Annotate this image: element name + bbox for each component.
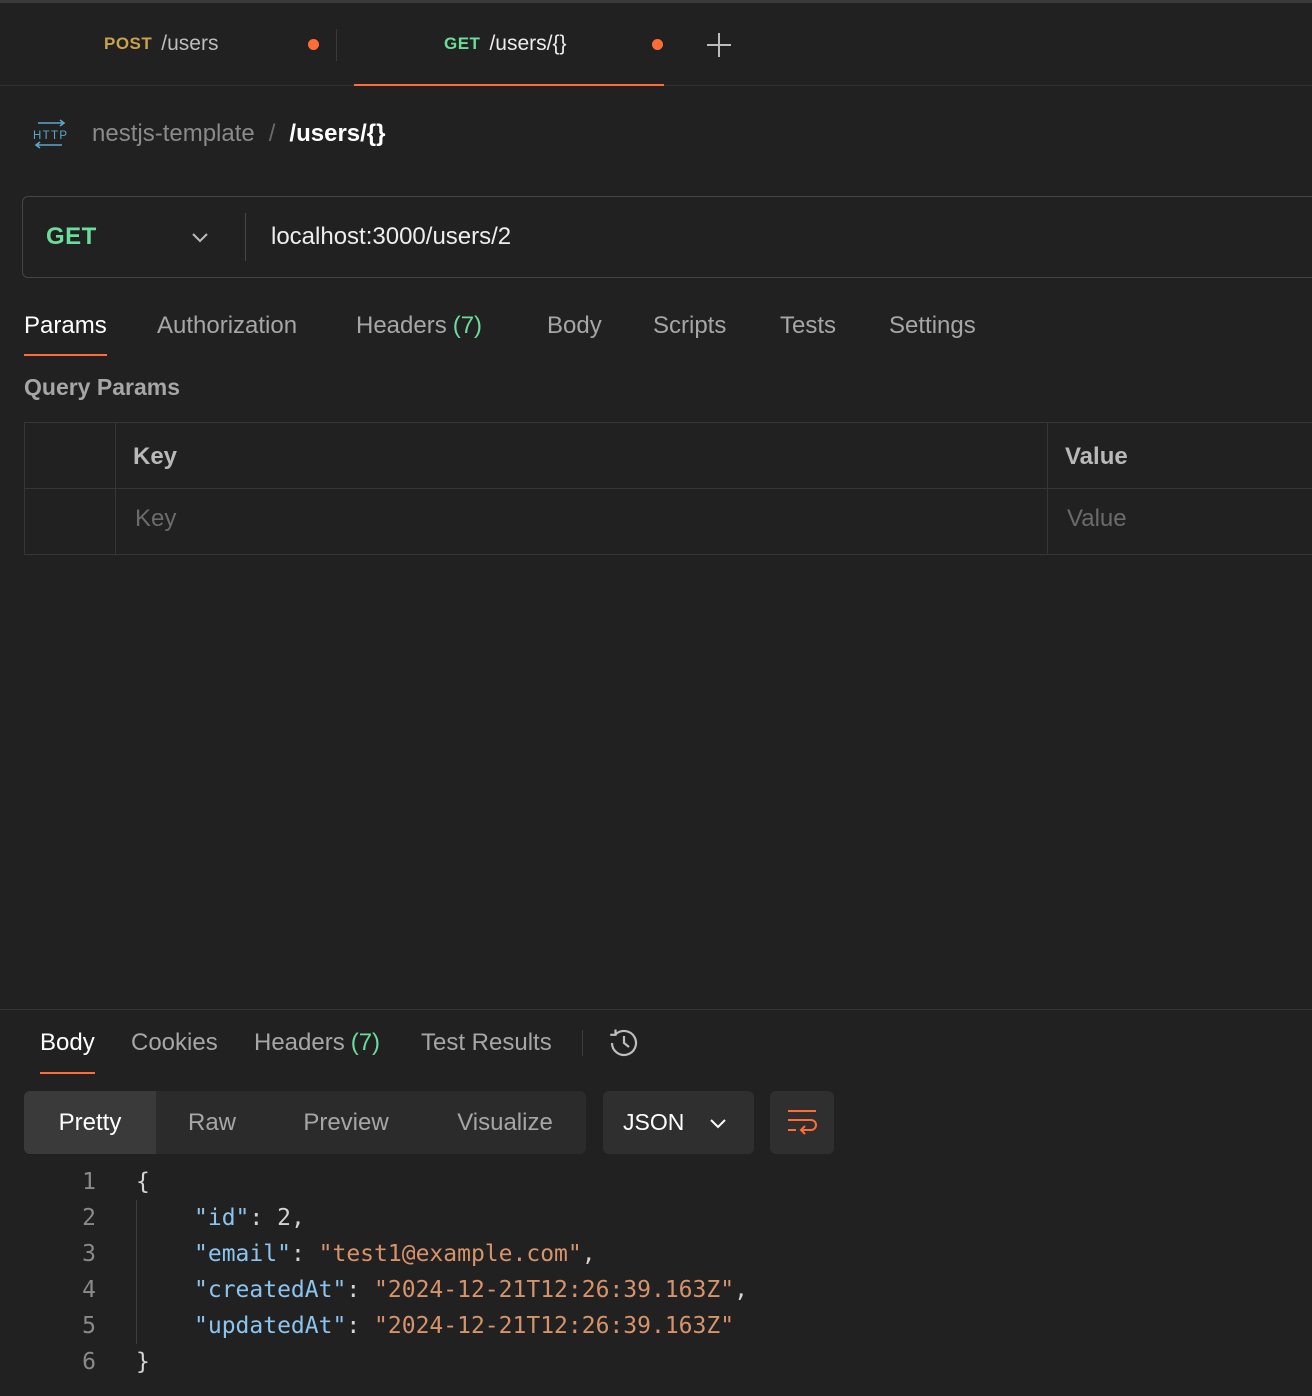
tab-tests[interactable]: Tests [780, 300, 836, 356]
tab-label: Scripts [653, 312, 727, 339]
history-icon[interactable] [606, 1025, 642, 1061]
new-tab-plus-icon[interactable] [705, 31, 733, 59]
tab-label: Headers [254, 1029, 345, 1056]
json-colon: : [346, 1313, 375, 1339]
svg-text:HTTP: HTTP [33, 130, 67, 142]
line-number: 1 [82, 1169, 96, 1195]
column-header-value: Value [1065, 443, 1128, 470]
tab-label: Headers [356, 312, 447, 339]
query-params-title: Query Params [24, 374, 180, 400]
format-label: JSON [623, 1109, 685, 1135]
line-number: 3 [82, 1241, 96, 1267]
response-tab-cookies[interactable]: Cookies [131, 1020, 218, 1074]
wrap-lines-icon [788, 1110, 817, 1135]
line-number: 4 [82, 1277, 96, 1303]
code-line: "createdAt": "2024-12-21T12:26:39.163Z", [194, 1272, 748, 1308]
json-colon: : [346, 1277, 375, 1303]
tab-settings[interactable]: Settings [889, 300, 976, 356]
line-number: 2 [82, 1205, 96, 1231]
json-key: "createdAt" [194, 1277, 347, 1303]
view-mode-selector: Pretty Raw Preview Visualize [24, 1091, 586, 1154]
view-visualize-button[interactable]: Visualize [440, 1091, 570, 1154]
request-tab-get-users-id[interactable]: GET /users/{} [354, 3, 664, 86]
url-bar: GET localhost:3000/users/2 [22, 196, 1312, 278]
json-key: "updatedAt" [194, 1313, 347, 1339]
json-brace: } [136, 1349, 150, 1375]
tab-method: GET [444, 34, 481, 53]
json-value: "2024-12-21T12:26:39.163Z" [374, 1277, 735, 1303]
tab-label: Cookies [131, 1029, 218, 1056]
request-tab-post-users[interactable]: POST /users [104, 3, 218, 85]
tab-divider [582, 1030, 583, 1056]
breadcrumb: HTTP nestjs-template / /users/{} [32, 112, 385, 156]
wrap-lines-button[interactable] [770, 1091, 834, 1154]
chevron-down-icon [710, 1119, 726, 1129]
query-params-table: Key Value Key Value [24, 422, 1312, 555]
tab-path: /users/{} [489, 32, 567, 55]
method-select[interactable]: GET [23, 197, 245, 276]
json-key: "id" [194, 1205, 250, 1231]
method-label: GET [46, 222, 97, 250]
tab-label: Authorization [157, 312, 298, 339]
code-line: "email": "test1@example.com", [194, 1236, 596, 1272]
code-line: "updatedAt": "2024-12-21T12:26:39.163Z" [194, 1308, 734, 1344]
headers-count: (7) [350, 1029, 381, 1056]
request-tab-bar: POST /users GET /users/{} [0, 3, 1312, 86]
line-number: 5 [82, 1313, 96, 1339]
json-value: "test1@example.com" [318, 1241, 582, 1267]
tab-path: /users [161, 32, 219, 55]
tab-headers[interactable]: Headers (7) [356, 300, 482, 356]
code-line: "id": 2, [194, 1200, 305, 1236]
response-tab-test-results[interactable]: Test Results [421, 1020, 552, 1074]
tab-body[interactable]: Body [547, 300, 602, 356]
tab-label: Tests [780, 312, 837, 339]
code-line: } [136, 1344, 150, 1380]
response-tab-body[interactable]: Body [40, 1020, 95, 1074]
json-brace: { [136, 1169, 150, 1195]
response-tab-headers[interactable]: Headers (7) [254, 1020, 380, 1074]
json-comma: , [290, 1205, 305, 1231]
json-comma: , [581, 1241, 596, 1267]
tab-label: Params [24, 312, 107, 339]
column-header-key: Key [133, 443, 178, 470]
indent-guide [136, 1200, 137, 1344]
breadcrumb-separator: / [268, 120, 276, 147]
line-number: 6 [82, 1349, 96, 1375]
http-icon: HTTP [33, 119, 67, 149]
breadcrumb-current[interactable]: /users/{} [289, 120, 385, 148]
json-value: 2 [277, 1205, 291, 1231]
tab-scripts[interactable]: Scripts [653, 300, 726, 356]
unsaved-indicator [308, 39, 319, 50]
headers-count: (7) [452, 312, 483, 339]
unsaved-indicator [652, 39, 663, 50]
view-raw-button[interactable]: Raw [156, 1091, 268, 1154]
json-key: "email" [194, 1241, 291, 1267]
chevron-down-icon [192, 233, 208, 243]
response-divider[interactable] [0, 1009, 1312, 1010]
code-line: { [136, 1164, 150, 1200]
json-colon: : [290, 1241, 319, 1267]
json-comma: , [734, 1277, 748, 1303]
tab-params[interactable]: Params [24, 300, 107, 356]
tab-label: Test Results [421, 1029, 552, 1056]
tab-label: Body [40, 1029, 95, 1056]
json-value: "2024-12-21T12:26:39.163Z" [374, 1313, 735, 1339]
table-divider [25, 488, 1312, 489]
param-value-input[interactable]: Value [1067, 505, 1127, 533]
param-key-input[interactable]: Key [135, 505, 176, 533]
url-input[interactable]: localhost:3000/users/2 [271, 197, 511, 276]
tab-authorization[interactable]: Authorization [157, 300, 297, 356]
json-colon: : [249, 1205, 278, 1231]
tab-label: Body [547, 312, 602, 339]
tab-method: POST [104, 34, 153, 53]
breadcrumb-collection[interactable]: nestjs-template [92, 120, 255, 148]
view-preview-button[interactable]: Preview [282, 1091, 410, 1154]
format-select[interactable]: JSON [603, 1091, 754, 1154]
view-pretty-button[interactable]: Pretty [24, 1091, 156, 1154]
tab-divider [336, 29, 337, 61]
tab-label: Settings [889, 312, 976, 339]
url-divider [245, 213, 246, 261]
